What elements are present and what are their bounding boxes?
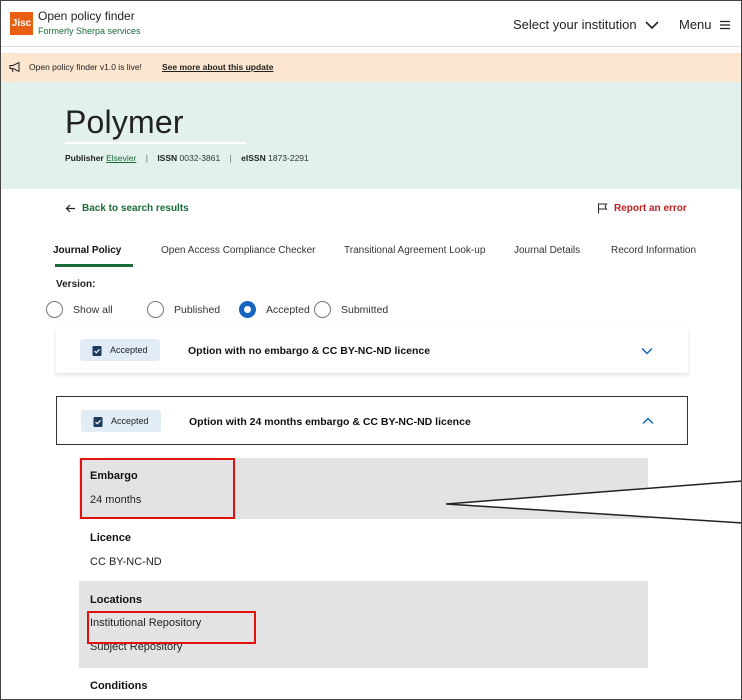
- browser-frame: Jisc Open policy finder Formerly Sherpa …: [0, 0, 742, 700]
- callout-pointer: [445, 480, 741, 524]
